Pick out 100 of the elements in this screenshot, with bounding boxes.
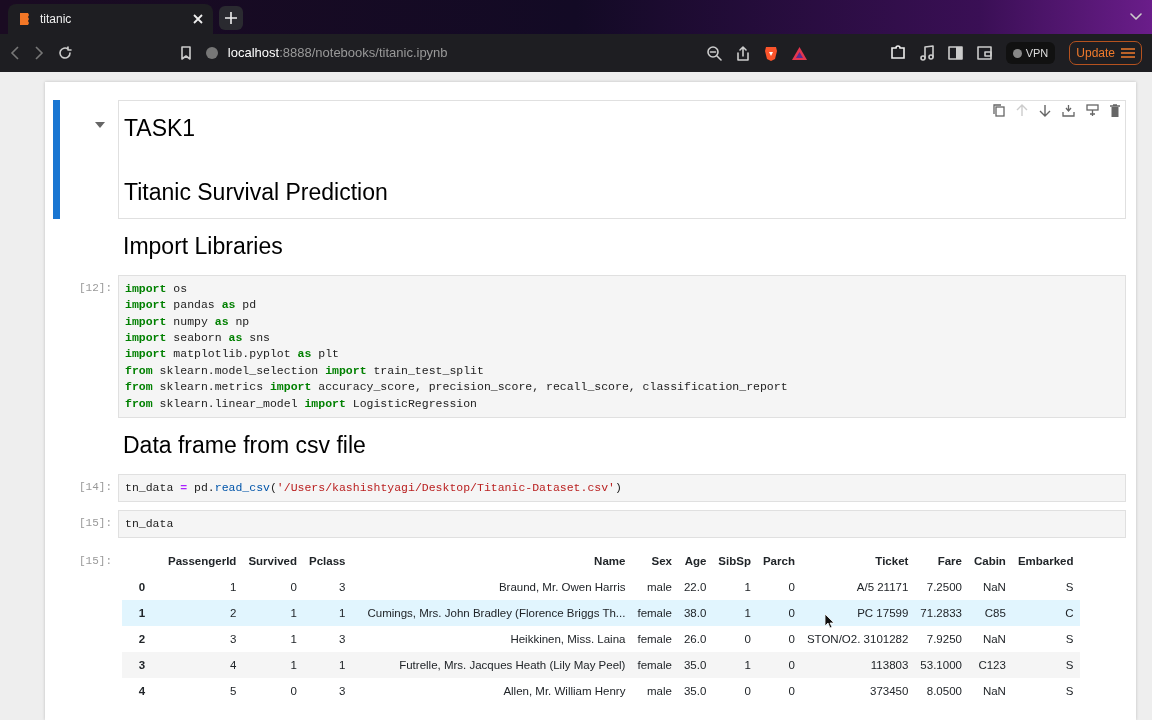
code-line: import seaborn as sns xyxy=(125,330,271,346)
table-cell: C xyxy=(1011,600,1080,627)
table-cell: 26.0 xyxy=(677,626,713,653)
vpn-button[interactable]: VPN xyxy=(1005,41,1056,65)
table-cell: S xyxy=(1011,678,1080,705)
table-cell: female xyxy=(631,626,678,653)
table-cell: 0 xyxy=(712,626,757,653)
zoom-out-icon[interactable] xyxy=(707,45,723,61)
table-cell: 4 xyxy=(162,652,243,679)
code-line: import matplotlib.pyplot as plt xyxy=(125,346,340,363)
table-cell: 0 xyxy=(756,652,801,679)
puzzle-icon[interactable] xyxy=(889,45,906,61)
table-cell: 1 xyxy=(712,600,757,627)
table-cell: STON/O2. 3101282 xyxy=(800,626,915,653)
table-cell: 1 xyxy=(303,600,352,627)
lion-shield-icon[interactable] xyxy=(764,45,779,61)
table-cell: 0 xyxy=(712,678,757,705)
column-header[interactable]: Embarked xyxy=(1011,548,1080,575)
share-icon[interactable] xyxy=(736,45,751,61)
table-cell: 0 xyxy=(242,574,303,601)
table-cell: C123 xyxy=(967,652,1012,679)
column-header[interactable]: Age xyxy=(677,548,713,575)
column-header[interactable]: Name xyxy=(351,548,632,575)
table-cell: 7.2500 xyxy=(914,574,968,601)
back-icon[interactable] xyxy=(10,46,20,60)
table-cell: 3 xyxy=(303,574,352,601)
column-header[interactable]: Parch xyxy=(756,548,801,575)
table-cell: 53.1000 xyxy=(914,652,968,679)
duplicate-icon[interactable] xyxy=(993,104,1005,117)
code-line: from sklearn.model_selection import train_test_split xyxy=(125,362,485,379)
table-cell: 2 xyxy=(162,600,243,627)
collapse-caret-icon[interactable] xyxy=(95,122,105,128)
table-cell: male xyxy=(631,678,678,705)
column-header[interactable]: Cabin xyxy=(967,548,1012,575)
table-cell: Braund, Mr. Owen Harris xyxy=(351,574,632,601)
code-cell[interactable] xyxy=(118,274,1126,419)
wallet-icon[interactable] xyxy=(976,46,992,60)
table-cell: 0 xyxy=(756,678,801,705)
code-line: from sklearn.metrics import accuracy_score, precision_score, recall_score, classification_report xyxy=(125,379,789,396)
arrow-down-icon[interactable] xyxy=(1039,104,1051,117)
code-line: from sklearn.linear_model import LogisticRegression xyxy=(125,395,478,412)
site-info-icon[interactable] xyxy=(205,47,218,59)
row-index: 0 xyxy=(122,574,162,601)
bookmark-icon[interactable] xyxy=(179,46,192,60)
cell-prompt: [15]: xyxy=(78,516,113,532)
cell-prompt: [14]: xyxy=(78,479,113,495)
column-header[interactable]: Sex xyxy=(631,548,678,575)
table-cell: 35.0 xyxy=(677,678,713,705)
column-header[interactable]: Fare xyxy=(914,548,968,575)
table-cell: 7.9250 xyxy=(914,626,968,653)
table-cell: female xyxy=(631,652,678,679)
table-cell: 0 xyxy=(242,678,303,705)
close-icon[interactable] xyxy=(193,14,203,24)
table-cell: 1 xyxy=(162,574,243,601)
plus-icon xyxy=(225,12,237,24)
table-cell: 3 xyxy=(303,678,352,705)
code-line: import numpy as np xyxy=(125,313,251,330)
insert-below-icon[interactable] xyxy=(1086,104,1099,117)
column-header[interactable]: SibSp xyxy=(712,548,757,575)
table-cell: S xyxy=(1011,574,1080,601)
music-note-icon[interactable] xyxy=(919,45,934,61)
code-line: tn_data xyxy=(125,516,175,533)
table-cell: 1 xyxy=(712,574,757,601)
url-text[interactable]: localhost:8888/notebooks/titanic.ipynb xyxy=(227,43,448,63)
column-header[interactable]: Survived xyxy=(242,548,303,575)
table-cell: 1 xyxy=(242,626,303,653)
table-cell: 0 xyxy=(756,600,801,627)
vpn-status-icon xyxy=(1012,48,1022,58)
row-index: 2 xyxy=(122,626,162,653)
table-cell: Heikkinen, Miss. Laina xyxy=(351,626,632,653)
triangle-icon[interactable] xyxy=(792,46,808,60)
code-cell[interactable]: tn_data xyxy=(118,510,1126,539)
table-cell: 3 xyxy=(162,626,243,653)
trash-icon[interactable] xyxy=(1110,104,1120,117)
table-cell: 3 xyxy=(303,626,352,653)
table-cell: male xyxy=(631,574,678,601)
heading: Titanic Survival Prediction xyxy=(123,177,389,207)
browser-tab[interactable]: titanic xyxy=(8,4,213,34)
table-cell: 1 xyxy=(712,652,757,679)
table-cell: 1 xyxy=(242,600,303,627)
column-header[interactable]: Pclass xyxy=(303,548,352,575)
update-button[interactable]: Update xyxy=(1069,41,1142,65)
reload-icon[interactable] xyxy=(58,46,72,60)
row-index: 1 xyxy=(122,600,162,627)
new-tab-button[interactable] xyxy=(219,6,243,30)
insert-above-icon[interactable] xyxy=(1062,104,1075,117)
table-cell: S xyxy=(1011,626,1080,653)
column-header[interactable]: PassengerId xyxy=(162,548,243,575)
column-header[interactable]: Ticket xyxy=(800,548,915,575)
table-cell: A/5 21171 xyxy=(800,574,915,601)
code-line: import pandas as pd xyxy=(125,297,258,314)
code-cell[interactable]: tn_data = pd.read_csv('/Users/kashishtyagi/Desktop/Titanic-Dataset.csv') xyxy=(118,473,1126,503)
chevron-down-icon[interactable] xyxy=(1130,13,1142,21)
table-cell: Cumings, Mrs. John Bradley (Florence Briggs Th... xyxy=(351,600,632,627)
cell-prompt: [15]: xyxy=(78,554,113,570)
table-cell: 71.2833 xyxy=(914,600,968,627)
forward-icon[interactable] xyxy=(34,46,44,60)
sidebar-icon[interactable] xyxy=(947,46,963,60)
table-cell: S xyxy=(1011,652,1080,679)
code-line: tn_data = pd.read_csv('/Users/kashishtyagi/Desktop/Titanic-Dataset.csv') xyxy=(125,479,623,496)
